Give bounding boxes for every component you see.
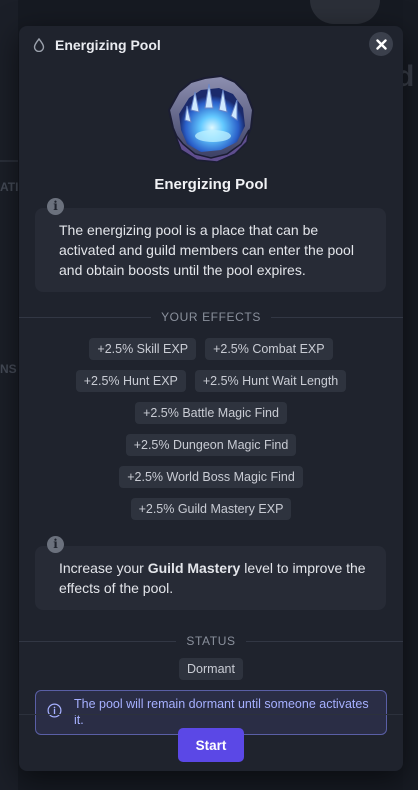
effect-tag: +2.5% World Boss Magic Find [119,466,303,488]
mastery-hint-bold: Guild Mastery [147,560,241,576]
effects-list: +2.5% Skill EXP +2.5% Combat EXP +2.5% H… [19,338,403,520]
effect-tag: +2.5% Guild Mastery EXP [130,498,292,520]
effects-row: +2.5% Battle Magic Find [135,402,287,424]
status-wrap: Dormant [19,658,403,680]
pool-title: Energizing Pool [154,176,268,193]
effect-tag: +2.5% Hunt EXP [75,370,186,392]
effect-tag: +2.5% Combat EXP [205,338,333,360]
status-badge: Dormant [179,658,243,680]
water-drop-icon [33,38,45,52]
status-heading: STATUS [176,634,246,648]
description-text: The energizing pool is a place that can … [59,222,354,278]
effect-tag: +2.5% Dungeon Magic Find [125,434,297,456]
start-button[interactable]: Start [178,728,244,762]
mastery-hint-card: i Increase your Guild Mastery level to i… [35,536,386,610]
pool-hero: Energizing Pool [19,70,403,193]
effect-tag: +2.5% Hunt Wait Length [194,370,347,392]
status-divider: STATUS [19,634,403,648]
effects-row: +2.5% World Boss Magic Find [119,466,303,488]
close-button[interactable] [369,32,393,56]
effects-divider: YOUR EFFECTS [19,310,403,324]
background-fragment: NS [0,362,17,376]
modal-header: Energizing Pool [19,26,403,64]
effects-heading: YOUR EFFECTS [151,310,271,324]
energizing-pool-modal: Energizing Pool Energizing Pool i The en… [19,26,403,771]
background-avatar [310,0,380,24]
effects-row: +2.5% Hunt EXP +2.5% Hunt Wait Length [75,370,347,392]
info-icon [47,703,62,718]
effects-row: +2.5% Skill EXP +2.5% Combat EXP [89,338,333,360]
background-right-panel [403,0,418,790]
effect-tag: +2.5% Battle Magic Find [135,402,287,424]
energizing-pool-illustration [167,74,255,163]
notice-text: The pool will remain dormant until someo… [74,697,369,727]
background-left-panel [0,0,18,790]
mastery-hint-pre: Increase your [59,560,148,576]
info-icon: i [47,198,64,215]
effects-row: +2.5% Guild Mastery EXP [130,498,292,520]
footer-divider [19,714,403,715]
effects-row: +2.5% Dungeon Magic Find [125,434,297,456]
background-fragment: ATI [0,180,19,194]
background-divider [0,160,18,162]
close-icon [375,38,387,50]
effect-tag: +2.5% Skill EXP [89,338,197,360]
modal-title: Energizing Pool [55,37,161,53]
description-card: i The energizing pool is a place that ca… [35,198,386,292]
mastery-hint-text: Increase your Guild Mastery level to imp… [59,558,368,598]
info-icon: i [47,536,64,553]
